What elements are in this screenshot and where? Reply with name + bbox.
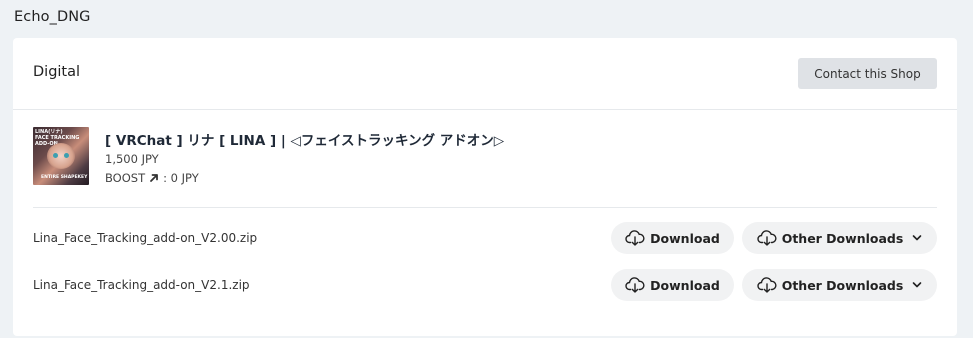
contact-shop-button[interactable]: Contact this Shop (798, 58, 937, 89)
file-row: Lina_Face_Tracking_add-on_V2.00.zip Down… (33, 222, 937, 256)
card-header: Digital Contact this Shop (13, 38, 957, 110)
thumbnail-eye-left (53, 153, 58, 158)
arrow-up-right-icon (148, 172, 160, 184)
other-downloads-button[interactable]: Other Downloads (742, 222, 937, 254)
file-name: Lina_Face_Tracking_add-on_V2.00.zip (33, 231, 258, 245)
shop-name[interactable]: Echo_DNG (14, 9, 91, 25)
product-title[interactable]: [ VRChat ] リナ [ LINA ] | ◁フェイストラッキング アドオ… (105, 129, 504, 149)
chevron-down-icon (912, 281, 922, 289)
boost-value: : 0 JPY (163, 171, 199, 185)
digital-products-card: Digital Contact this Shop LINA(リナ) FACE … (13, 38, 957, 336)
thumbnail-character (47, 143, 75, 169)
product-price: 1,500 JPY (105, 152, 159, 166)
thumbnail-eye-right (64, 153, 69, 158)
chevron-down-icon (912, 234, 922, 242)
download-label: Download (650, 277, 720, 293)
cloud-download-icon (757, 230, 777, 246)
download-label: Download (650, 230, 720, 246)
download-button[interactable]: Download (611, 269, 734, 301)
other-downloads-label: Other Downloads (781, 230, 904, 246)
other-downloads-button[interactable]: Other Downloads (742, 269, 937, 301)
section-title: Digital (33, 64, 81, 80)
file-row: Lina_Face_Tracking_add-on_V2.1.zip Downl… (33, 269, 937, 303)
file-name: Lina_Face_Tracking_add-on_V2.1.zip (33, 278, 250, 292)
other-downloads-label: Other Downloads (781, 277, 904, 293)
cloud-download-icon (757, 277, 777, 293)
product-item: LINA(リナ) FACE TRACKING ADD-ON ENTIRE SHA… (33, 127, 937, 208)
download-button[interactable]: Download (611, 222, 734, 254)
cloud-download-icon (625, 277, 645, 293)
product-boost: BOOST : 0 JPY (105, 171, 199, 185)
product-thumbnail[interactable]: LINA(リナ) FACE TRACKING ADD-ON ENTIRE SHA… (33, 127, 89, 185)
boost-label: BOOST (105, 171, 146, 185)
thumbnail-caption: ENTIRE SHAPEKEY (41, 175, 88, 180)
cloud-download-icon (625, 230, 645, 246)
